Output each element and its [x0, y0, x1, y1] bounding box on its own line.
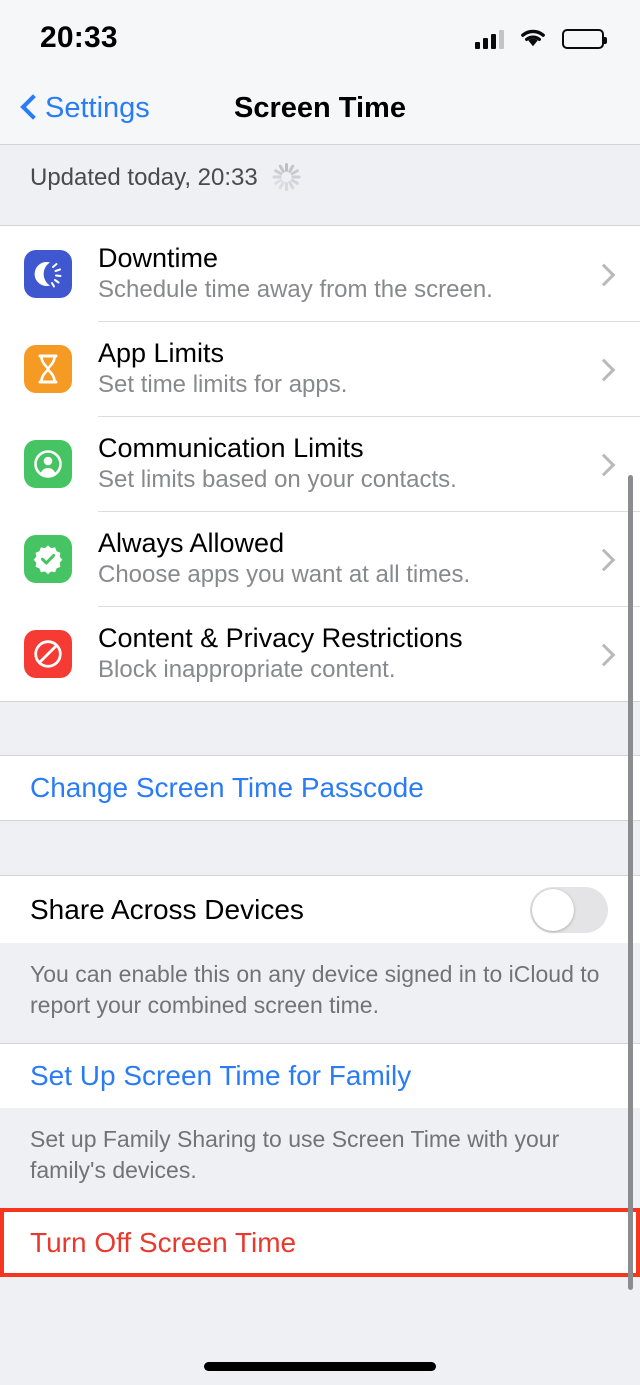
back-to-settings-button[interactable]: Settings	[22, 92, 150, 125]
row-communication-limits-text: Communication Limits Set limits based on…	[98, 432, 596, 495]
row-title: Communication Limits	[98, 433, 364, 464]
chevron-right-icon	[596, 547, 610, 571]
share-across-devices-section: Share Across Devices	[0, 875, 640, 944]
chevron-right-icon	[596, 262, 610, 286]
navigation-bar: Settings Screen Time	[0, 72, 640, 145]
wifi-icon	[518, 26, 548, 53]
change-passcode-label: Change Screen Time Passcode	[30, 772, 424, 803]
row-title: Always Allowed	[98, 528, 285, 559]
row-downtime[interactable]: Downtime Schedule time away from the scr…	[0, 226, 640, 321]
turn-off-screen-time-button[interactable]: Turn Off Screen Time	[0, 1209, 640, 1276]
hourglass-icon	[24, 344, 72, 393]
activity-spinner-icon	[272, 162, 302, 192]
chevron-right-icon	[596, 357, 610, 381]
row-title: App Limits	[98, 338, 225, 369]
turn-off-section: Turn Off Screen Time	[0, 1208, 640, 1277]
no-entry-icon	[24, 629, 72, 678]
row-app-limits[interactable]: App Limits Set time limits for apps.	[0, 321, 640, 416]
home-indicator	[204, 1362, 436, 1371]
person-circle-icon	[24, 439, 72, 488]
battery-low-icon	[562, 29, 607, 49]
set-up-screen-time-for-family-button[interactable]: Set Up Screen Time for Family	[0, 1044, 640, 1108]
share-across-devices-toggle[interactable]	[530, 886, 608, 933]
row-downtime-text: Downtime Schedule time away from the scr…	[98, 242, 596, 305]
row-title: Downtime	[98, 243, 219, 274]
status-bar-time: 20:33	[40, 21, 118, 54]
row-subtitle: Choose apps you want at all times.	[98, 560, 471, 588]
chevron-right-icon	[596, 452, 610, 476]
row-always-allowed-text: Always Allowed Choose apps you want at a…	[98, 527, 596, 590]
family-footnote: Set up Family Sharing to use Screen Time…	[0, 1108, 640, 1208]
change-screen-time-passcode-button[interactable]: Change Screen Time Passcode	[0, 756, 640, 820]
screen-time-features-section: Downtime Schedule time away from the scr…	[0, 225, 640, 702]
vertical-scrollbar[interactable]	[628, 475, 633, 1290]
chevron-left-icon	[22, 95, 37, 121]
row-communication-limits[interactable]: Communication Limits Set limits based on…	[0, 416, 640, 511]
row-subtitle: Block inappropriate content.	[98, 655, 396, 683]
row-subtitle: Set limits based on your contacts.	[98, 465, 457, 493]
status-bar: 20:33	[0, 0, 640, 72]
passcode-section: Change Screen Time Passcode	[0, 755, 640, 821]
row-content-privacy-restrictions[interactable]: Content & Privacy Restrictions Block ina…	[0, 606, 640, 701]
row-subtitle: Set time limits for apps.	[98, 370, 348, 398]
family-section: Set Up Screen Time for Family	[0, 1043, 640, 1109]
row-content-privacy-text: Content & Privacy Restrictions Block ina…	[98, 622, 596, 685]
row-title: Content & Privacy Restrictions	[98, 623, 463, 654]
updated-status-text: Updated today, 20:33	[30, 164, 258, 191]
share-across-devices-row[interactable]: Share Across Devices	[0, 876, 640, 943]
row-always-allowed[interactable]: Always Allowed Choose apps you want at a…	[0, 511, 640, 606]
toggle-knob	[532, 888, 574, 931]
status-bar-icons	[475, 26, 607, 53]
back-button-label: Settings	[45, 91, 150, 124]
downtime-icon	[24, 249, 72, 298]
updated-status: Updated today, 20:33	[0, 146, 640, 225]
row-app-limits-text: App Limits Set time limits for apps.	[98, 337, 596, 400]
family-setup-label: Set Up Screen Time for Family	[30, 1060, 412, 1091]
chevron-right-icon	[596, 642, 610, 666]
screen-time-settings-screen: 20:33 Settings Screen Time Updated today…	[0, 0, 640, 1385]
cellular-bars-icon	[475, 29, 504, 49]
checkmark-seal-icon	[24, 534, 72, 583]
share-across-devices-footnote: You can enable this on any device signed…	[0, 943, 640, 1040]
turn-off-screen-time-label: Turn Off Screen Time	[30, 1226, 297, 1258]
share-across-devices-label: Share Across Devices	[30, 893, 304, 925]
row-subtitle: Schedule time away from the screen.	[98, 275, 493, 303]
